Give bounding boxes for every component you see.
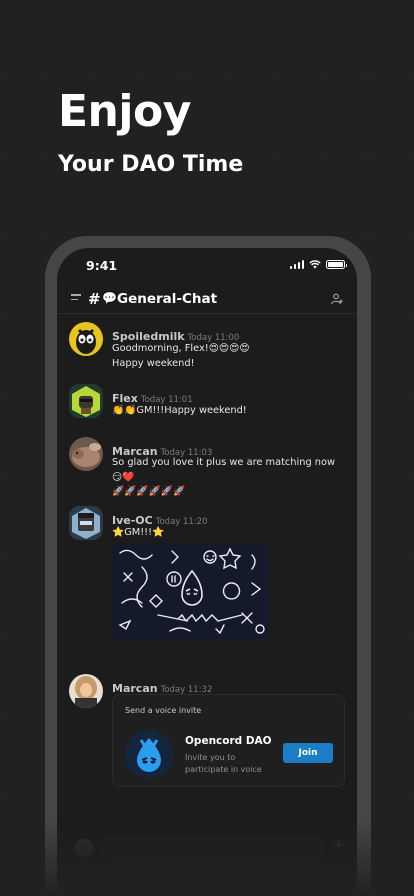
hero-subtitle: Your DAO Time bbox=[58, 152, 244, 177]
voice-invite-card: Send a voice invite Opencord DAO Invite … bbox=[112, 694, 345, 787]
avatar[interactable] bbox=[69, 674, 103, 708]
message-input[interactable] bbox=[101, 835, 325, 861]
invite-description: Invite you to participate in voice bbox=[185, 753, 262, 774]
avatar[interactable] bbox=[69, 322, 103, 356]
message-line: 👏👏GM!!!Happy weekend! bbox=[112, 405, 247, 416]
message-line: ⭐GM!!!⭐ bbox=[112, 527, 165, 538]
join-button[interactable]: Join bbox=[283, 743, 333, 763]
signal-icon bbox=[289, 260, 304, 269]
channel-hash: # bbox=[88, 290, 101, 308]
phone-screen: 9:41 # 💬 General-Chat Spoiledmilk Today … bbox=[57, 248, 357, 896]
message-text: Goodmorning, Flex!😍😍😍😍 Happy weekend! bbox=[112, 342, 347, 371]
channel-header: # 💬 General-Chat bbox=[57, 288, 357, 314]
invite-caption: Send a voice invite bbox=[125, 706, 202, 715]
status-time: 9:41 bbox=[86, 258, 118, 273]
message-text: ⭐GM!!!⭐ bbox=[112, 526, 347, 541]
add-user-icon[interactable] bbox=[331, 293, 343, 305]
invite-server-name: Opencord DAO bbox=[185, 735, 272, 747]
channel-name[interactable]: General-Chat bbox=[117, 291, 217, 307]
doodle-sticker-image[interactable] bbox=[112, 543, 268, 639]
emoji-icon[interactable] bbox=[75, 839, 93, 857]
status-icons bbox=[289, 260, 347, 269]
speech-bubble-icon: 💬 bbox=[102, 291, 117, 305]
hero-title: Enjoy bbox=[58, 86, 191, 137]
message-composer: + bbox=[57, 830, 357, 870]
message-text: So glad you love it plus we are matching… bbox=[112, 456, 347, 500]
message-line: Happy weekend! bbox=[112, 357, 195, 369]
avatar[interactable] bbox=[69, 384, 103, 418]
message-line: Goodmorning, Flex!😍😍😍😍 bbox=[112, 343, 250, 354]
message-line: So glad you love it plus we are matching… bbox=[112, 457, 335, 483]
battery-icon bbox=[326, 260, 347, 269]
message-line: 🚀🚀🚀🚀🚀🚀 bbox=[112, 486, 186, 497]
message-text: 👏👏GM!!!Happy weekend! bbox=[112, 404, 347, 419]
opencord-logo-icon bbox=[125, 730, 173, 778]
wifi-icon bbox=[309, 260, 321, 269]
avatar[interactable] bbox=[69, 506, 103, 540]
menu-icon[interactable] bbox=[71, 294, 81, 303]
plus-icon[interactable]: + bbox=[331, 835, 346, 857]
avatar[interactable] bbox=[69, 437, 103, 471]
status-bar: 9:41 bbox=[57, 248, 357, 284]
